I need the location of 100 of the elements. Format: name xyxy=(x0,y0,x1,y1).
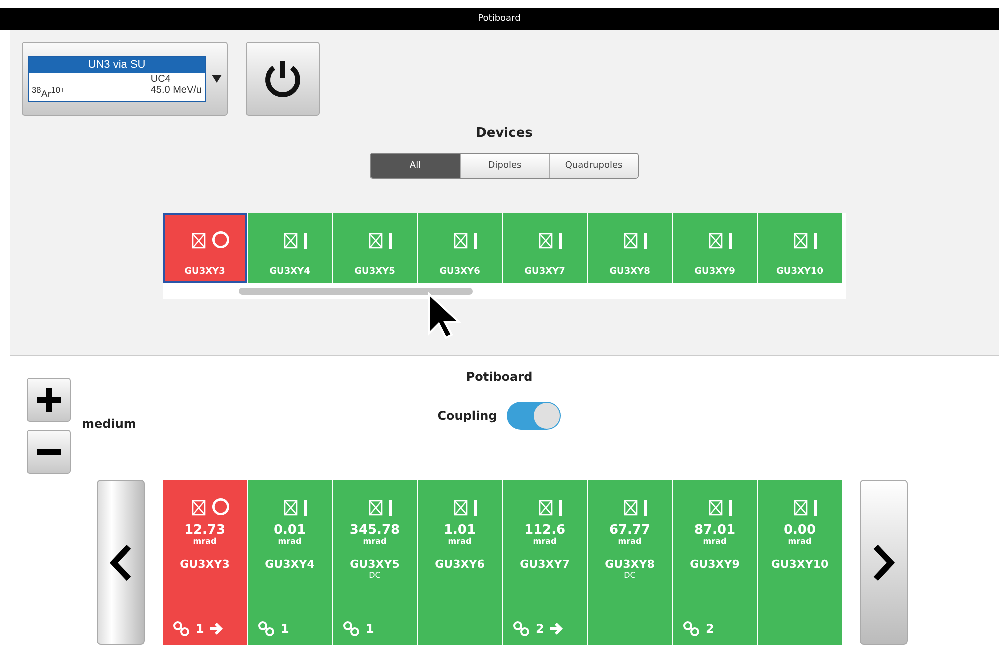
device-icon xyxy=(709,233,723,249)
device-name: GU3XY3 xyxy=(180,558,230,571)
link-icon xyxy=(258,621,276,637)
potentiometer-tile[interactable]: 0.00 mrad GU3XY10 xyxy=(758,480,842,645)
potentiometer-tile[interactable]: 345.78 mrad GU3XY5 DC 1 xyxy=(333,480,417,645)
device-icon xyxy=(709,500,723,516)
device-name: GU3XY4 xyxy=(270,267,310,277)
ion-label: $^{38}$Ar$^{10+}$ xyxy=(32,84,66,100)
potentiometer-tile[interactable]: 67.77 mrad GU3XY8 DC xyxy=(588,480,672,645)
device-icon xyxy=(369,500,383,516)
device-icon xyxy=(192,233,206,249)
potentiometer-tile[interactable]: 87.01 mrad GU3XY9 2 xyxy=(673,480,757,645)
device-tile[interactable]: GU3XY7 xyxy=(503,213,587,283)
device-icon xyxy=(794,233,808,249)
potentiometer-tile[interactable]: 1.01 mrad GU3XY6 xyxy=(418,480,502,645)
device-name: GU3XY8 xyxy=(605,558,655,571)
device-name: GU3XY10 xyxy=(771,558,829,571)
value-reading: 345.78 xyxy=(350,524,400,537)
device-tile[interactable]: GU3XY6 xyxy=(418,213,502,283)
device-name: GU3XY8 xyxy=(610,267,650,277)
device-name: GU3XY9 xyxy=(690,558,740,571)
minus-icon xyxy=(36,449,62,455)
device-tile[interactable]: GU3XY4 xyxy=(248,213,332,283)
potentiometer-tile[interactable]: 112.6 mrad GU3XY7 2 xyxy=(503,480,587,645)
link-count: 1 xyxy=(281,622,290,636)
previous-button[interactable] xyxy=(97,480,145,645)
device-icon xyxy=(369,233,383,249)
coupling-label: Coupling xyxy=(438,409,498,423)
link-icon xyxy=(343,621,361,637)
section-title: Potiboard xyxy=(466,370,533,384)
zoom-in-button[interactable] xyxy=(27,378,71,422)
coupling-toggle[interactable] xyxy=(507,402,562,430)
device-name: GU3XY4 xyxy=(265,558,315,571)
unit-label: mrad xyxy=(448,537,472,546)
link-count: 2 xyxy=(536,622,544,636)
zoom-out-button[interactable] xyxy=(27,430,71,474)
unit-label: mrad xyxy=(788,537,812,546)
power-button[interactable] xyxy=(246,42,320,116)
device-name: GU3XY3 xyxy=(184,267,226,277)
link-icon xyxy=(683,621,701,637)
power-icon xyxy=(263,58,303,100)
device-icon xyxy=(539,233,553,249)
device-icon xyxy=(284,233,298,249)
device-icon xyxy=(794,500,808,516)
device-name: GU3XY10 xyxy=(776,267,824,277)
device-icon xyxy=(284,500,298,516)
unit-label: mrad xyxy=(193,537,217,546)
link-count: 1 xyxy=(196,622,204,636)
link-count: 2 xyxy=(706,622,714,636)
filter-tab[interactable]: Quadrupoles xyxy=(549,154,638,178)
potentiometer-tile[interactable]: 12.73 mrad GU3XY3 1 xyxy=(163,480,247,645)
unit-label: mrad xyxy=(363,537,387,546)
value-reading: 112.6 xyxy=(524,524,566,537)
value-reading: 0.01 xyxy=(274,524,306,537)
device-note: DC xyxy=(624,571,636,580)
value-reading: 0.00 xyxy=(784,524,816,537)
link-icon xyxy=(173,621,191,637)
next-button[interactable] xyxy=(860,480,908,645)
device-icon xyxy=(192,500,206,516)
device-name: GU3XY5 xyxy=(350,558,400,571)
value-reading: 12.73 xyxy=(184,524,226,537)
unit-label: mrad xyxy=(618,537,642,546)
device-tile[interactable]: GU3XY5 xyxy=(333,213,417,283)
value-reading: 1.01 xyxy=(444,524,476,537)
unit-label: mrad xyxy=(703,537,727,546)
device-icon xyxy=(454,500,468,516)
value-reading: 87.01 xyxy=(694,524,736,537)
device-icon xyxy=(624,233,638,249)
device-name: GU3XY6 xyxy=(440,267,480,277)
energy-label: 45.0 MeV/u xyxy=(150,85,202,96)
filter-tab[interactable]: Dipoles xyxy=(460,154,549,178)
device-tile[interactable]: GU3XY8 xyxy=(588,213,672,283)
device-note: DC xyxy=(369,571,381,580)
device-name: GU3XY9 xyxy=(694,267,736,277)
device-name: GU3XY7 xyxy=(520,558,570,571)
device-icon xyxy=(624,500,638,516)
unit-label: mrad xyxy=(533,537,557,546)
device-icon xyxy=(539,500,553,516)
device-tile[interactable]: GU3XY9 xyxy=(673,213,757,283)
link-count: 1 xyxy=(366,622,374,636)
caret-icon xyxy=(212,75,222,83)
device-name: GU3XY6 xyxy=(435,558,485,571)
chevron-left-icon xyxy=(110,544,132,582)
beam-line-label: UN3 via SU xyxy=(29,57,205,73)
source-label: UC4 xyxy=(150,74,171,85)
section-title: Devices xyxy=(476,126,533,141)
scrollbar-thumb[interactable] xyxy=(239,288,473,295)
step-size-label: medium xyxy=(82,417,136,431)
filter-tab[interactable]: All xyxy=(371,154,460,178)
device-tile[interactable]: GU3XY3 xyxy=(163,213,247,283)
potentiometer-tile[interactable]: 0.01 mrad GU3XY4 1 xyxy=(248,480,332,645)
value-reading: 67.77 xyxy=(609,524,651,537)
window-title: Potiboard xyxy=(478,14,521,24)
chevron-right-icon xyxy=(873,544,895,582)
device-tile[interactable]: GU3XY10 xyxy=(758,213,842,283)
beam-selector[interactable]: UN3 via SU $^{38}$Ar$^{10+}$ UC4 45.0 MeV/u xyxy=(22,42,228,116)
unit-label: mrad xyxy=(278,537,302,546)
plus-icon xyxy=(36,387,62,413)
device-icon xyxy=(454,233,468,249)
link-icon xyxy=(513,621,531,637)
